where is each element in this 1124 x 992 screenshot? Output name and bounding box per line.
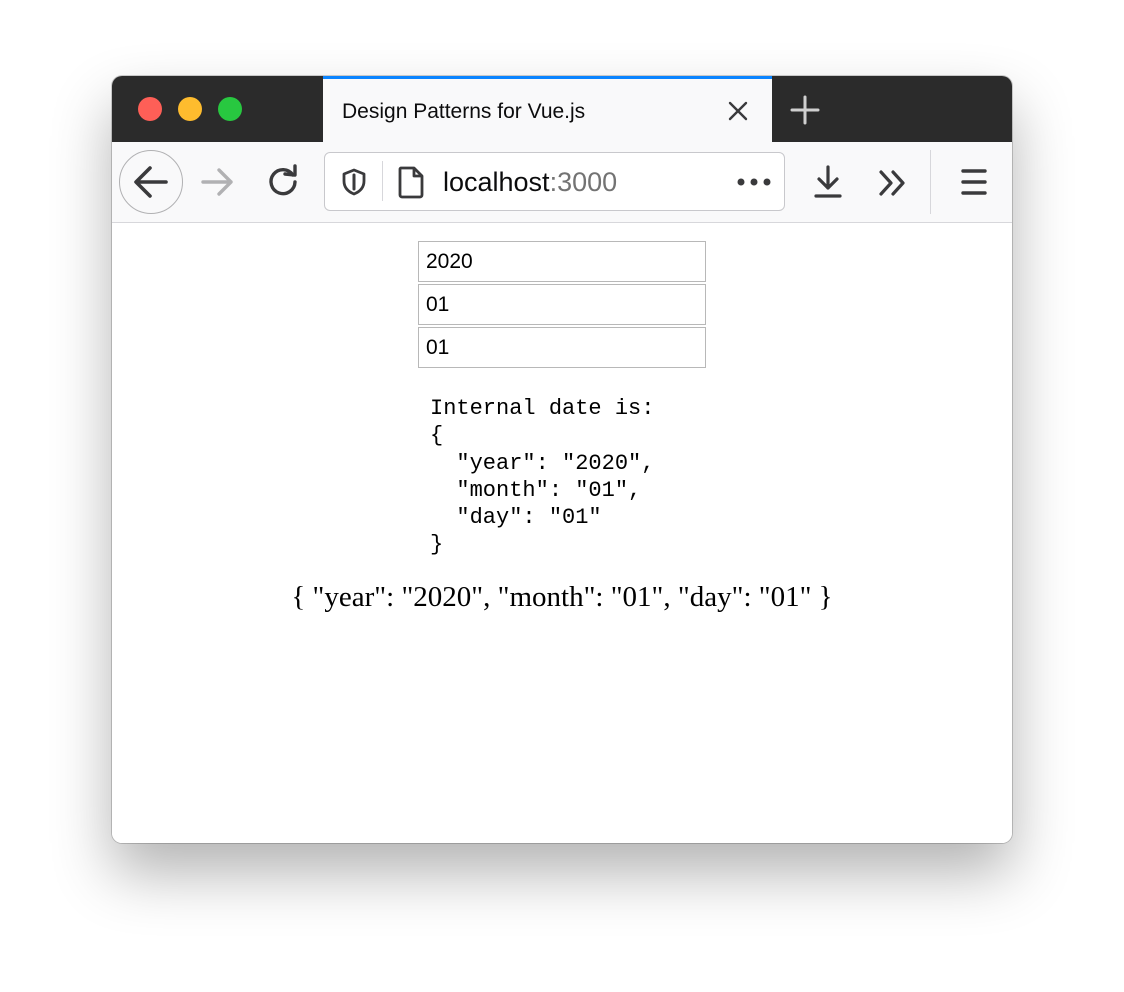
month-input[interactable]	[418, 284, 706, 325]
url-bar[interactable]: localhost:3000	[324, 152, 785, 211]
close-window-button[interactable]	[138, 97, 162, 121]
back-button[interactable]	[119, 150, 183, 214]
day-input[interactable]	[418, 327, 706, 368]
tab-title: Design Patterns for Vue.js	[342, 100, 586, 123]
back-arrow-icon	[134, 166, 168, 198]
url-port: :3000	[549, 167, 618, 197]
nav-toolbar: localhost:3000	[112, 142, 1012, 223]
shield-icon[interactable]	[341, 168, 367, 196]
internal-date-output: Internal date is: { "year": "2020", "mon…	[430, 396, 655, 558]
title-bar: Design Patterns for Vue.js	[112, 76, 1012, 142]
page-icon	[398, 166, 424, 199]
page-content: Internal date is: { "year": "2020", "mon…	[112, 223, 1012, 843]
tab-close-icon[interactable]	[727, 100, 749, 122]
more-actions-icon[interactable]	[737, 177, 771, 187]
new-tab-icon[interactable]	[790, 95, 820, 125]
forward-arrow-icon[interactable]	[200, 164, 236, 200]
zoom-window-button[interactable]	[218, 97, 242, 121]
date-json-output: { "year": "2020", "month": "01", "day": …	[291, 581, 833, 613]
url-text[interactable]: localhost:3000	[443, 167, 617, 198]
year-input[interactable]	[418, 241, 706, 282]
overflow-chevron-icon[interactable]	[877, 169, 909, 197]
toolbar-separator	[930, 150, 931, 214]
browser-window: Design Patterns for Vue.js localhost:300…	[112, 76, 1012, 843]
download-icon[interactable]	[813, 164, 843, 200]
url-separator	[382, 161, 383, 201]
url-host: localhost	[443, 167, 550, 197]
reload-icon[interactable]	[265, 164, 301, 200]
hamburger-menu-icon[interactable]	[960, 167, 988, 197]
minimize-window-button[interactable]	[178, 97, 202, 121]
active-tab[interactable]: Design Patterns for Vue.js	[323, 76, 772, 142]
